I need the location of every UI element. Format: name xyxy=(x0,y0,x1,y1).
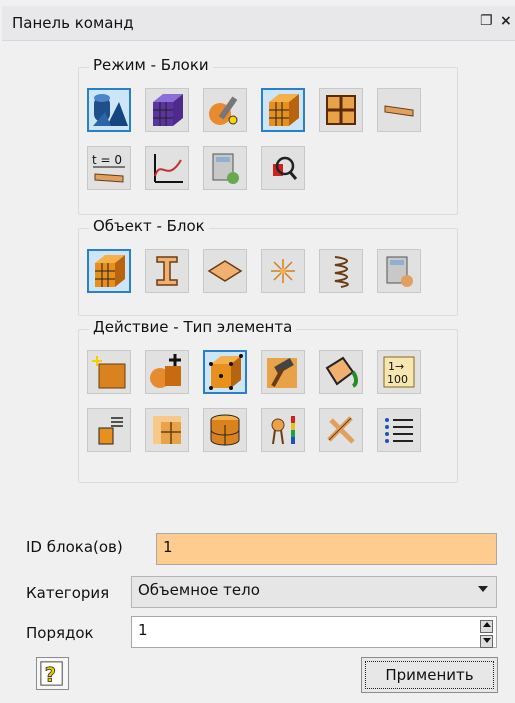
object-group-title: Объект - Блок xyxy=(89,217,209,235)
chevron-down-icon xyxy=(478,586,488,592)
block-id-label: ID блока(ов) xyxy=(26,538,123,556)
order-spinner[interactable] xyxy=(480,620,493,648)
time-zero-icon[interactable]: t = 0 xyxy=(87,146,131,190)
tools-sphere-icon[interactable] xyxy=(203,88,247,132)
panel-title: Панель команд xyxy=(12,14,134,32)
help-button[interactable]: ? xyxy=(36,657,69,690)
spinner-down-icon[interactable] xyxy=(480,635,493,648)
category-select-value: Объемное тело xyxy=(138,581,260,599)
beam-plank-icon[interactable] xyxy=(377,88,421,132)
cube-nodes-icon[interactable] xyxy=(203,350,247,394)
action-group-title: Действие - Тип элемента xyxy=(89,318,297,336)
grid-quad-icon[interactable] xyxy=(319,88,363,132)
block-cube-icon[interactable] xyxy=(87,249,131,293)
category-label: Категория xyxy=(26,584,110,602)
hammer-icon[interactable] xyxy=(261,350,305,394)
order-label: Порядок xyxy=(26,624,94,642)
order-input[interactable]: 1 xyxy=(131,616,497,648)
calculator-gear-icon-2[interactable] xyxy=(377,249,421,293)
apply-button[interactable]: Применить xyxy=(361,657,498,693)
order-input-value: 1 xyxy=(138,621,148,639)
geometry-shapes-icon[interactable] xyxy=(87,88,131,132)
small-cube-list-icon[interactable] xyxy=(87,408,131,452)
float-icon[interactable]: ❐ xyxy=(480,13,493,29)
cylinder-mesh-icon[interactable] xyxy=(203,408,247,452)
mode-group-title: Режим - Блоки xyxy=(89,56,213,74)
add-part-icon[interactable] xyxy=(145,350,189,394)
category-select[interactable]: Объемное тело xyxy=(131,576,497,608)
close-icon[interactable]: × xyxy=(500,13,512,29)
mode-group: Режим - Блоки t = 0 xyxy=(78,56,458,215)
shell-plate-icon[interactable] xyxy=(203,249,247,293)
svg-text:t = 0: t = 0 xyxy=(92,153,122,167)
create-block-icon[interactable] xyxy=(87,350,131,394)
panel-titlebar: Панель команд ❐ × xyxy=(2,6,515,41)
zoom-search-icon[interactable] xyxy=(261,146,305,190)
action-group: Действие - Тип элемента 1→ 100 xyxy=(78,318,458,483)
paint-bucket-icon[interactable] xyxy=(319,350,363,394)
command-panel: Панель команд ❐ × Режим - Блоки t = 0 Об… xyxy=(0,0,515,703)
spinner-up-icon[interactable] xyxy=(480,620,493,633)
svg-text:1→: 1→ xyxy=(388,360,404,373)
point-star-icon[interactable] xyxy=(261,249,305,293)
color-bar-icon[interactable] xyxy=(261,408,305,452)
list-icon[interactable] xyxy=(377,408,421,452)
svg-text:?: ? xyxy=(45,663,56,686)
beam-i-icon[interactable] xyxy=(145,249,189,293)
object-group: Объект - Блок xyxy=(78,217,458,316)
split-grid-icon[interactable] xyxy=(145,408,189,452)
mesh-cube-purple-icon[interactable] xyxy=(145,88,189,132)
apply-button-label: Применить xyxy=(385,666,474,684)
help-icon: ? xyxy=(40,661,63,687)
graph-curve-icon[interactable] xyxy=(145,146,189,190)
renumber-icon[interactable]: 1→ 100 xyxy=(377,350,421,394)
spring-icon[interactable] xyxy=(319,249,363,293)
mesh-cube-orange-icon[interactable] xyxy=(261,88,305,132)
calculator-gear-icon[interactable] xyxy=(203,146,247,190)
svg-text:100: 100 xyxy=(387,373,408,386)
cross-tools-icon[interactable] xyxy=(319,408,363,452)
block-id-input[interactable]: 1 xyxy=(156,533,497,565)
